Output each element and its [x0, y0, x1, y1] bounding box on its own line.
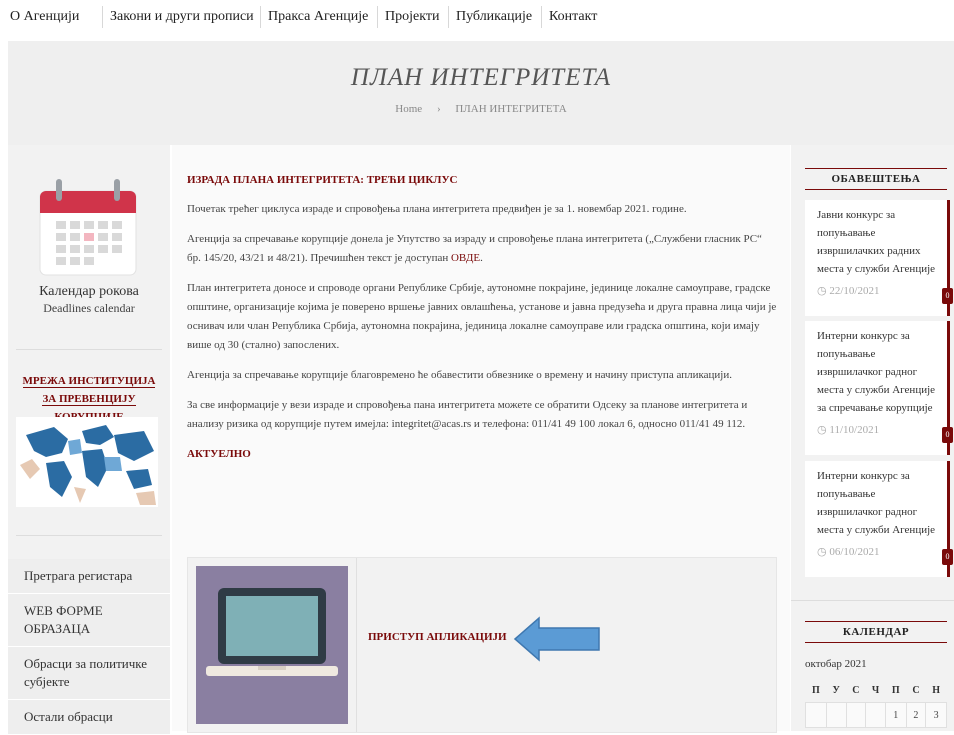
paragraph-start-date: Почетак трећег циклуса израде и спровође…: [187, 203, 687, 215]
breadcrumb-current: ПЛАН ИНТЕГРИТЕТА: [455, 103, 567, 115]
top-navigation: О Агенцији Закони и други прописи Пракса…: [0, 0, 954, 40]
sidebar-links: Претрага регистара WEB ФОРМЕ ОБРАЗАЦА Об…: [8, 559, 170, 735]
sidebar-item-political-forms[interactable]: Обрасци за политичке субјекте: [8, 647, 170, 700]
here-link[interactable]: ОВДЕ: [451, 252, 480, 264]
sidebar-item-web-forms[interactable]: WEB ФОРМЕ ОБРАЗАЦА: [8, 594, 170, 647]
weekday-label: У: [832, 684, 840, 696]
nav-item-publikacije[interactable]: Публикације: [456, 6, 532, 28]
calendar-day[interactable]: 3: [925, 702, 947, 728]
weekday-label: П: [891, 684, 900, 696]
breadcrumb-home[interactable]: Home: [395, 103, 422, 115]
notice-title[interactable]: Интерни конкурс за попуњавање извршилачк…: [805, 461, 947, 539]
divider: [16, 349, 162, 350]
nav-item-kontakt[interactable]: Контакт: [549, 6, 597, 28]
weekday-label: Н: [932, 684, 940, 696]
notice-date: ◷ 11/10/2021: [805, 417, 947, 444]
calendar-day: [805, 702, 827, 728]
clock-icon: ◷: [817, 424, 827, 436]
clock-icon: ◷: [817, 546, 827, 558]
notice-date-text: 11/10/2021: [829, 424, 880, 436]
calendar-week-row: 1 2 3: [805, 702, 947, 728]
divider: [356, 558, 357, 732]
weekday-label: Ч: [871, 684, 880, 696]
nav-separator: [377, 6, 378, 28]
notice-title[interactable]: Јавни конкурс за попуњавање извршилачких…: [805, 200, 947, 278]
notices-heading: ОБАВЕШТЕЊА: [805, 168, 947, 190]
nav-separator: [448, 6, 449, 28]
calendar-heading: КАЛЕНДАР: [805, 621, 947, 643]
comment-count-badge: 0: [942, 549, 953, 565]
arrow-left-icon: [513, 616, 600, 662]
divider: [791, 600, 954, 601]
nav-item-projekti[interactable]: Пројекти: [385, 6, 439, 28]
sidebar-item-registry-search[interactable]: Претрага регистара: [8, 559, 170, 594]
nav-item-o-agenciji[interactable]: О Агенцији: [10, 6, 79, 28]
nav-item-praksa[interactable]: Пракса Агенције: [268, 6, 368, 28]
sidebar-item-other-forms[interactable]: Остали обрасци: [8, 700, 170, 735]
application-access-box: ПРИСТУП АПЛИКАЦИЈИ: [187, 557, 777, 733]
weekday-label: П: [811, 684, 820, 696]
paragraph-obligors: План интегритета доносе и спроводе орган…: [187, 282, 777, 351]
weekday-label: С: [912, 684, 920, 696]
notice-title[interactable]: Интерни конкурс за попуњавање извршилачк…: [805, 321, 947, 417]
notice-date-text: 22/10/2021: [829, 285, 880, 297]
notice-item[interactable]: Интерни конкурс за попуњавање извршилачк…: [805, 321, 953, 455]
comment-count-badge: 0: [942, 288, 953, 304]
world-map-puzzle-image[interactable]: [16, 417, 158, 507]
calendar-day[interactable]: 1: [884, 702, 907, 728]
current-heading: АКТУЕЛНО: [187, 448, 251, 460]
paragraph-instructions: Агенција за спречавање корупције донела …: [187, 230, 777, 268]
laptop-image[interactable]: [196, 566, 348, 724]
divider: [16, 535, 162, 536]
application-access-link[interactable]: ПРИСТУП АПЛИКАЦИЈИ: [368, 631, 507, 643]
calendar-day: [845, 702, 867, 728]
deadlines-calendar-title: Календар рокова: [39, 284, 139, 299]
right-sidebar: ОБАВЕШТЕЊА Јавни конкурс за попуњавање и…: [791, 145, 954, 731]
left-sidebar: Календар рокова Deadlines calendar МРЕЖА…: [8, 145, 170, 735]
clock-icon: ◷: [817, 285, 827, 297]
paragraph-contact: За све информације у вези израде и спров…: [187, 399, 748, 430]
nav-separator: [260, 6, 261, 28]
instructions-text-end: .: [480, 252, 483, 264]
notice-date: ◷ 06/10/2021: [805, 539, 947, 566]
breadcrumb: Home › ПЛАН ИНТЕГРИТЕТА: [8, 103, 954, 115]
calendar-day[interactable]: 2: [905, 702, 927, 728]
notice-item[interactable]: Интерни конкурс за попуњавање извршилачк…: [805, 461, 953, 577]
breadcrumb-separator: ›: [436, 103, 441, 115]
comment-count-badge: 0: [942, 427, 953, 443]
page-title: ПЛАН ИНТЕГРИТЕТА: [350, 64, 612, 91]
nav-separator: [102, 6, 103, 28]
calendar-weekday-row: П У С Ч П С Н: [806, 678, 947, 703]
paragraph-notification: Агенција за спречавање корупције благовр…: [187, 369, 732, 381]
notice-date: ◷ 22/10/2021: [805, 278, 947, 305]
nav-separator: [541, 6, 542, 28]
article-heading: ИЗРАДА ПЛАНА ИНТЕГРИТЕТА: ТРЕЋИ ЦИКЛУС: [187, 174, 458, 186]
notice-date-text: 06/10/2021: [829, 546, 880, 558]
nav-item-zakoni[interactable]: Закони и други прописи: [110, 6, 254, 28]
calendar-day: [865, 702, 886, 728]
deadlines-calendar-caption[interactable]: Календар рокова Deadlines calendar: [8, 284, 170, 316]
notice-item[interactable]: Јавни конкурс за попуњавање извршилачких…: [805, 200, 953, 316]
deadlines-calendar-subtitle: Deadlines calendar: [43, 301, 135, 315]
calendar-table: П У С Ч П С Н 1 2 3: [805, 678, 947, 728]
calendar-day: [825, 702, 847, 728]
page-header: ПЛАН ИНТЕГРИТЕТА Home › ПЛАН ИНТЕГРИТЕТА: [8, 41, 954, 145]
article: ИЗРАДА ПЛАНА ИНТЕГРИТЕТА: ТРЕЋИ ЦИКЛУС П…: [187, 171, 777, 464]
main-content: ИЗРАДА ПЛАНА ИНТЕГРИТЕТА: ТРЕЋИ ЦИКЛУС П…: [172, 145, 790, 733]
calendar-icon[interactable]: [38, 177, 138, 277]
weekday-label: С: [852, 684, 860, 696]
laptop-icon: [206, 588, 338, 676]
calendar-month: октобар 2021: [805, 658, 867, 670]
